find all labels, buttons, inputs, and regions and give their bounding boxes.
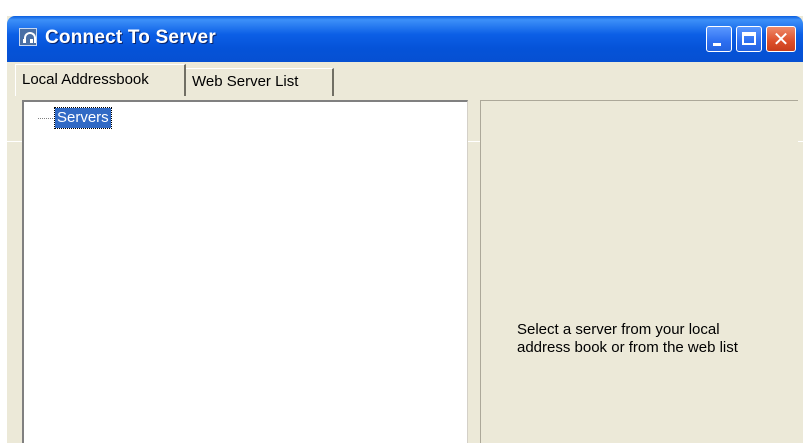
headset-icon — [19, 28, 37, 46]
title-bar[interactable]: Connect To Server ✕ — [7, 16, 803, 62]
server-tree[interactable]: Servers — [22, 100, 468, 443]
maximize-button[interactable] — [736, 26, 762, 52]
info-message: Select a server from your local address … — [517, 321, 738, 356]
tab-strip: Local Addressbook Web Server List — [7, 62, 803, 142]
tab-label: Web Server List — [192, 73, 299, 90]
connect-to-server-window: Connect To Server ✕ Local Addressbook We… — [7, 16, 803, 443]
minimize-button[interactable] — [706, 26, 732, 52]
tree-connector-line — [38, 118, 55, 119]
server-info-panel: Select a server from your local address … — [480, 100, 798, 443]
maximize-icon — [742, 32, 756, 45]
minimize-icon — [713, 43, 721, 46]
tab-web-server-list[interactable]: Web Server List — [186, 68, 334, 96]
tab-local-addressbook[interactable]: Local Addressbook — [15, 64, 186, 96]
close-button[interactable]: ✕ — [766, 26, 796, 52]
tab-label: Local Addressbook — [22, 71, 149, 88]
close-icon: ✕ — [772, 27, 790, 51]
window-title: Connect To Server — [45, 27, 216, 48]
tree-node-servers[interactable]: Servers — [54, 107, 112, 129]
